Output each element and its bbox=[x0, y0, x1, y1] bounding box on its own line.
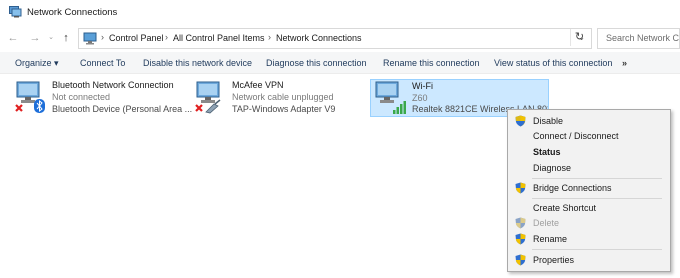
view-status-button[interactable]: View status of this connection bbox=[494, 58, 612, 68]
disable-device-button[interactable]: Disable this network device bbox=[143, 58, 252, 68]
search-input[interactable]: Search Network Connections bbox=[597, 28, 680, 49]
uac-shield-icon bbox=[515, 182, 526, 194]
menu-item-label: Rename bbox=[533, 234, 568, 244]
menu-separator bbox=[532, 178, 662, 179]
diagnose-connection-button[interactable]: Diagnose this connection bbox=[266, 58, 367, 68]
uac-shield-icon bbox=[515, 217, 526, 229]
wifi-adapter-icon bbox=[375, 81, 406, 114]
connection-status: Z60 bbox=[412, 93, 428, 103]
forward-arrow-icon[interactable]: → bbox=[28, 31, 42, 45]
rename-connection-button[interactable]: Rename this connection bbox=[383, 58, 480, 68]
menu-item-label: Create Shortcut bbox=[533, 203, 597, 213]
breadcrumb-control-panel[interactable]: Control Panel bbox=[109, 33, 164, 43]
breadcrumb-separator-icon: › bbox=[101, 32, 104, 42]
menu-item-label: Connect / Disconnect bbox=[533, 131, 619, 141]
menu-item-disable[interactable]: Disable bbox=[508, 114, 670, 129]
menu-item-status[interactable]: Status bbox=[508, 145, 670, 160]
connect-to-button[interactable]: Connect To bbox=[80, 58, 125, 68]
connection-name: Bluetooth Network Connection bbox=[52, 80, 174, 90]
menu-item-label: Delete bbox=[533, 218, 560, 228]
vpn-adapter-icon bbox=[195, 81, 221, 114]
menu-item-label: Bridge Connections bbox=[533, 183, 612, 193]
up-arrow-icon[interactable]: ↑ bbox=[59, 31, 73, 45]
menu-item-bridge-connections[interactable]: Bridge Connections bbox=[508, 181, 670, 196]
menu-item-label: Diagnose bbox=[533, 163, 572, 173]
uac-shield-icon bbox=[515, 254, 526, 266]
uac-shield-icon bbox=[515, 115, 526, 127]
connection-status: Not connected bbox=[52, 92, 111, 102]
menu-separator bbox=[532, 198, 662, 199]
connection-device: TAP-Windows Adapter V9 bbox=[232, 104, 336, 114]
title-bar: Network Connections bbox=[0, 0, 680, 24]
menu-item-label: Disable bbox=[533, 116, 564, 126]
bluetooth-adapter-icon bbox=[15, 81, 45, 113]
address-bar[interactable]: › Control Panel › All Control Panel Item… bbox=[78, 28, 592, 49]
connection-name: McAfee VPN bbox=[232, 80, 284, 90]
context-menu: Disable Connect / Disconnect Status Diag… bbox=[507, 109, 671, 272]
connection-device: Bluetooth Device (Personal Area ... bbox=[52, 104, 193, 114]
breadcrumb-separator-icon: › bbox=[268, 32, 271, 42]
back-arrow-icon[interactable]: ← bbox=[6, 31, 20, 45]
recent-locations-chevron-icon[interactable]: ⌄ bbox=[44, 31, 58, 45]
menu-separator bbox=[532, 249, 662, 250]
refresh-icon[interactable]: ↻ bbox=[570, 29, 588, 46]
organize-button[interactable]: Organize ▾ bbox=[15, 58, 59, 69]
menu-item-label: Properties bbox=[533, 255, 575, 265]
menu-item-label: Status bbox=[533, 147, 561, 157]
connection-name: Wi-Fi bbox=[412, 81, 433, 91]
breadcrumb-network-connections[interactable]: Network Connections bbox=[276, 33, 362, 43]
search-placeholder: Search Network Connections bbox=[606, 33, 680, 43]
uac-shield-icon bbox=[515, 233, 526, 245]
menu-item-rename[interactable]: Rename bbox=[508, 232, 670, 247]
network-connections-icon bbox=[9, 6, 22, 18]
menu-item-diagnose[interactable]: Diagnose bbox=[508, 161, 670, 176]
more-commands-button[interactable]: » bbox=[622, 58, 627, 68]
menu-item-create-shortcut[interactable]: Create Shortcut bbox=[508, 201, 670, 216]
connection-item-bluetooth[interactable]: Bluetooth Network Connection Not connect… bbox=[14, 80, 194, 118]
menu-item-connect-disconnect[interactable]: Connect / Disconnect bbox=[508, 129, 670, 144]
menu-item-properties[interactable]: Properties bbox=[508, 253, 670, 268]
menu-item-delete: Delete bbox=[508, 216, 670, 231]
window-title: Network Connections bbox=[27, 7, 118, 18]
breadcrumb-all-items[interactable]: All Control Panel Items bbox=[173, 33, 265, 43]
connection-item-mcafee-vpn[interactable]: McAfee VPN Network cable unplugged TAP-W… bbox=[194, 80, 364, 118]
breadcrumb-separator-icon: › bbox=[165, 32, 168, 42]
control-panel-icon bbox=[83, 32, 97, 45]
connection-status: Network cable unplugged bbox=[232, 92, 334, 102]
command-bar: Organize ▾ Connect To Disable this netwo… bbox=[0, 52, 680, 74]
